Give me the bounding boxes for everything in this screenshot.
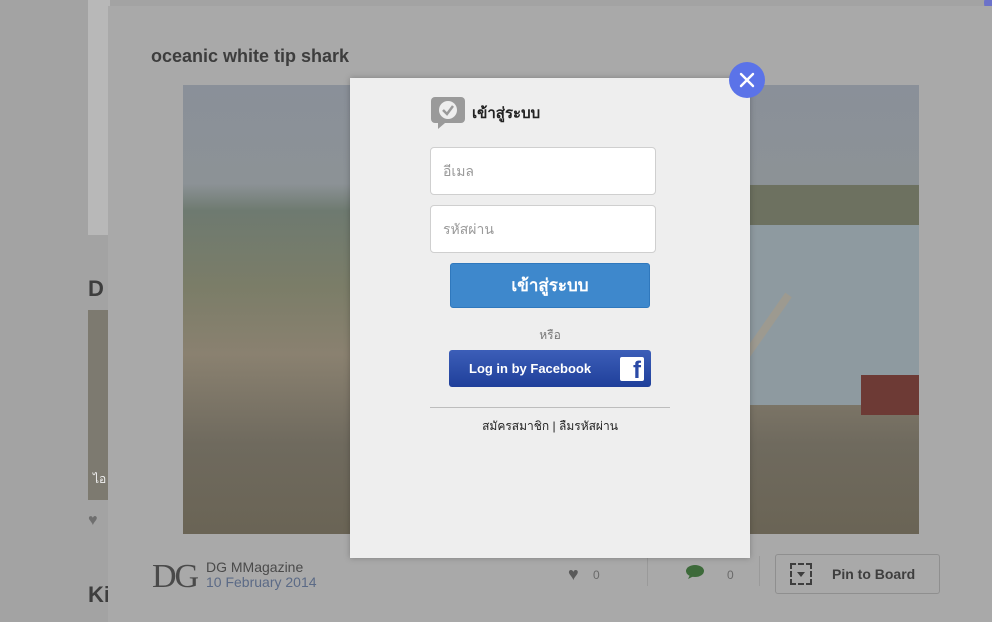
password-field[interactable] <box>430 205 656 253</box>
comment-icon[interactable] <box>685 564 705 585</box>
divider <box>430 407 670 408</box>
auth-links: สมัครสมาชิก | ลืมรหัสผ่าน <box>350 417 750 436</box>
heart-icon[interactable]: ♥ <box>568 564 579 585</box>
or-separator: หรือ <box>539 328 561 342</box>
background-heading: D <box>88 276 104 301</box>
link-separator: | <box>549 419 559 433</box>
modal-header: เข้าสู่ระบบ <box>430 96 540 130</box>
author-name[interactable]: DG MMagazine <box>206 559 303 575</box>
facebook-login-label: Log in by Facebook <box>469 361 592 376</box>
pin-board-icon <box>790 563 812 585</box>
background-heart-icon: ♥ <box>88 512 98 529</box>
background-heading: Ki <box>88 582 110 607</box>
close-modal-button[interactable] <box>729 62 765 98</box>
post-date: 10 February 2014 <box>206 574 317 590</box>
close-icon <box>739 72 755 88</box>
post-title: oceanic white tip shark <box>151 46 350 66</box>
comment-count: 0 <box>727 568 734 582</box>
modal-title: เข้าสู่ระบบ <box>472 105 541 122</box>
login-button[interactable]: เข้าสู่ระบบ <box>450 263 650 308</box>
email-field[interactable] <box>430 147 656 195</box>
register-link[interactable]: สมัครสมาชิก <box>482 419 549 433</box>
background-caption: ไอ <box>93 472 107 486</box>
login-modal: เข้าสู่ระบบ เข้าสู่ระบบ หรือ Log in by F… <box>350 78 750 558</box>
pin-to-board-label: Pin to Board <box>832 566 916 582</box>
author-logo[interactable]: DG <box>152 558 199 596</box>
pin-to-board-button[interactable]: Pin to Board <box>775 554 940 594</box>
divider <box>759 556 760 586</box>
facebook-login-button[interactable]: Log in by Facebook f <box>449 350 651 387</box>
forgot-password-link[interactable]: ลืมรหัสผ่าน <box>559 419 618 433</box>
facebook-icon: f <box>620 356 644 381</box>
background-thumbnail <box>88 0 110 235</box>
like-count: 0 <box>593 568 600 582</box>
divider <box>647 556 648 586</box>
chat-check-icon <box>431 97 465 129</box>
